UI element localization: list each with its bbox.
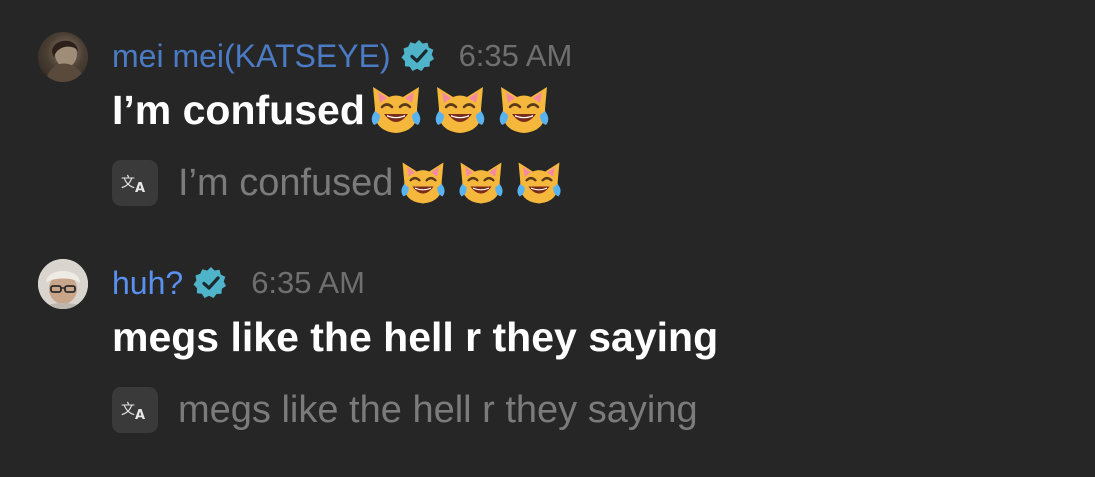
avatar[interactable] [38, 32, 88, 82]
cat-with-tears-of-joy-emoji [459, 162, 504, 204]
timestamp: 6:35 AM [251, 265, 365, 300]
message-text-content: I’m confused [112, 87, 365, 133]
timestamp: 6:35 AM [458, 38, 573, 73]
translation-row: 文 A I’m confused [112, 160, 573, 206]
message-header: huh? 6:35 AM [112, 261, 365, 305]
username[interactable]: huh? [112, 261, 183, 305]
cat-with-tears-of-joy-emoji [499, 87, 549, 133]
message-header: mei mei(KATSEYE) 6:35 AM [112, 34, 572, 78]
avatar[interactable] [38, 259, 88, 309]
svg-text:A: A [135, 408, 145, 423]
verified-badge-icon [193, 267, 227, 298]
message-text[interactable]: I’m confused [112, 82, 561, 138]
translate-icon[interactable]: 文 A [112, 160, 158, 206]
cat-with-tears-of-joy-emoji [371, 87, 421, 133]
svg-text:文: 文 [121, 175, 135, 191]
svg-text:A: A [135, 181, 145, 196]
emoji-group [393, 159, 573, 207]
message-text-content: megs like the hell r they saying [112, 314, 719, 360]
translated-text-content: I’m confused [178, 162, 394, 204]
chat-view: mei mei(KATSEYE) 6:35 AM I’m confused 文 … [0, 0, 1095, 477]
cat-with-tears-of-joy-emoji [401, 162, 446, 204]
message-text[interactable]: megs like the hell r they saying [112, 309, 718, 365]
cat-with-tears-of-joy-emoji [517, 162, 562, 204]
translated-text: megs like the hell r they saying [178, 387, 698, 433]
translation-row: 文 A megs like the hell r they saying [112, 387, 698, 433]
translated-text: I’m confused [178, 159, 573, 207]
translate-icon[interactable]: 文 A [112, 387, 158, 433]
verified-badge-icon [401, 40, 434, 71]
emoji-group [365, 83, 561, 137]
cat-with-tears-of-joy-emoji [435, 87, 485, 133]
svg-text:文: 文 [121, 402, 135, 418]
username[interactable]: mei mei(KATSEYE) [112, 34, 391, 78]
translated-text-content: megs like the hell r they saying [178, 389, 698, 431]
